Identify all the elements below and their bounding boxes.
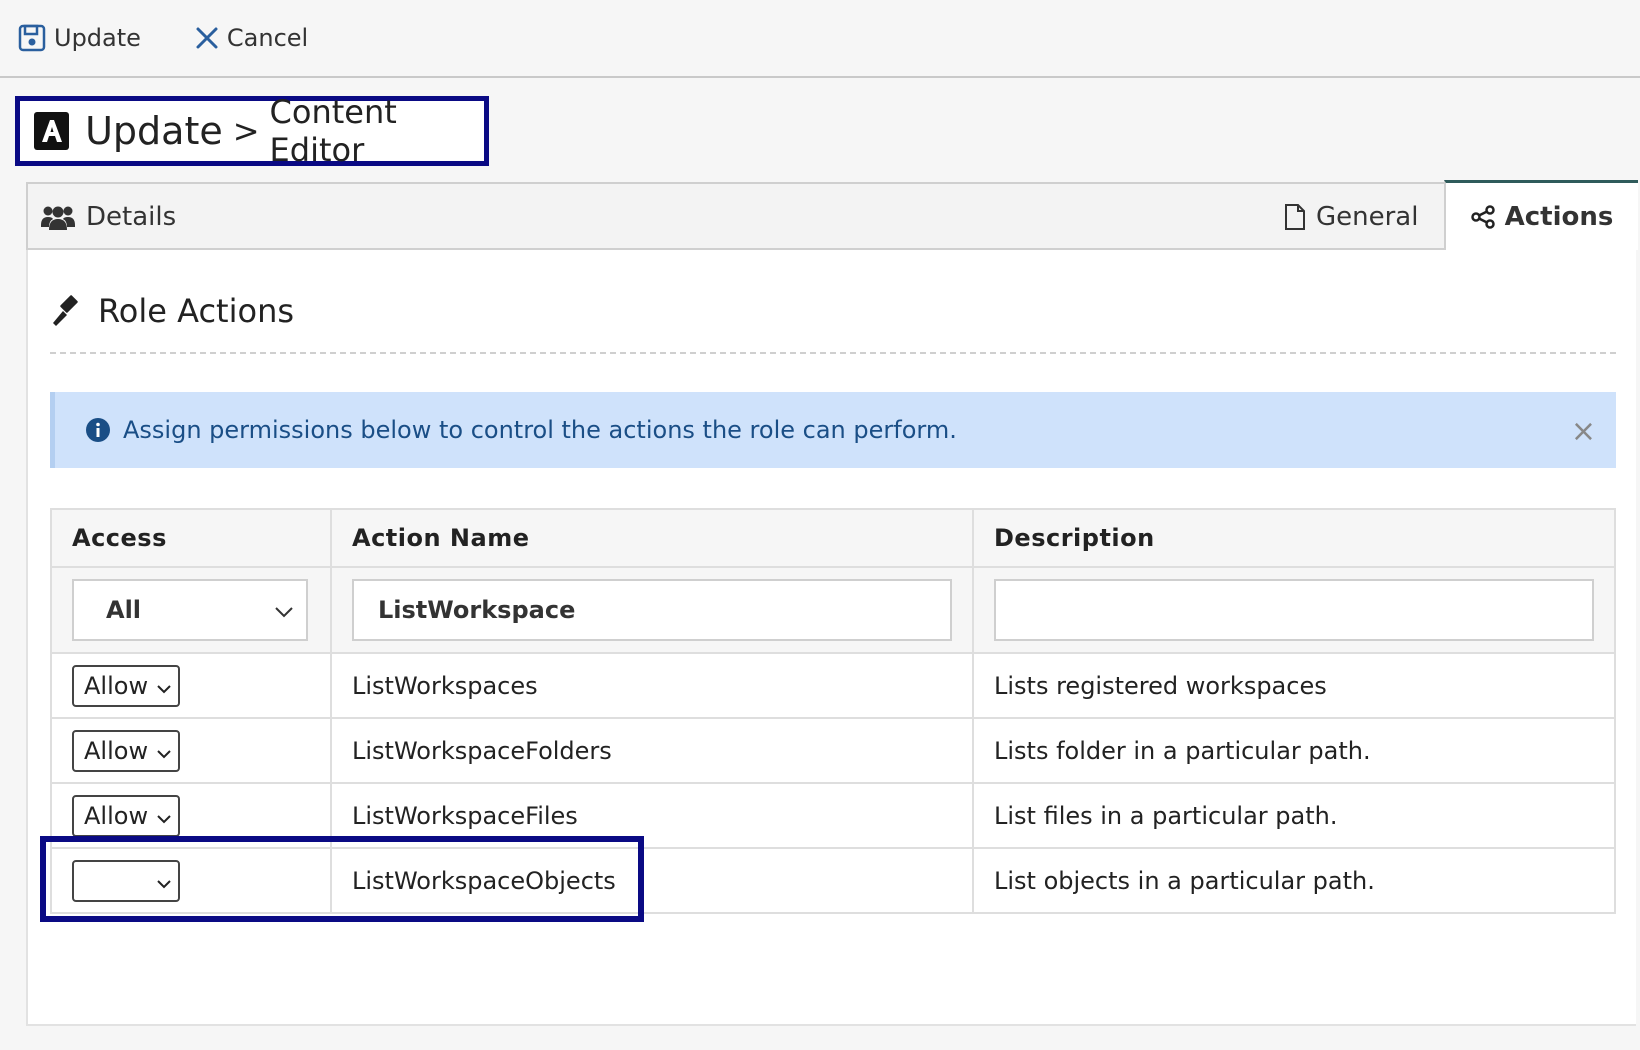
access-cell: [50, 847, 332, 914]
save-icon: [18, 24, 46, 52]
access-select[interactable]: Allow: [72, 794, 180, 837]
description-filter-input[interactable]: [994, 579, 1594, 641]
title-action: Update: [85, 109, 223, 153]
filter-row: All ListWorkspace: [50, 566, 1616, 654]
action-name-filter-value: ListWorkspace: [378, 596, 576, 624]
section-divider: [50, 352, 1616, 354]
header-action-name[interactable]: Action Name: [330, 508, 974, 568]
toolbar: Update Cancel: [0, 0, 1640, 78]
table-header-row: Access Action Name Description: [50, 508, 1616, 568]
access-cell: Allow: [50, 652, 332, 719]
page-title: Update > Content Editor: [15, 93, 489, 169]
filter-name-cell: ListWorkspace: [330, 566, 974, 654]
description-cell: List files in a particular path.: [972, 782, 1616, 849]
tab-details-label: Details: [86, 202, 177, 232]
actions-panel: Role Actions Assign permissions below to…: [26, 250, 1636, 1026]
access-filter-value: All: [106, 596, 142, 624]
action-name-cell: ListWorkspaceObjects: [330, 847, 974, 914]
update-button-label: Update: [54, 24, 141, 52]
cancel-button[interactable]: Cancel: [195, 24, 308, 52]
chevron-down-icon: [156, 802, 172, 830]
tab-actions-label: Actions: [1504, 201, 1614, 232]
section-title-text: Role Actions: [98, 292, 295, 330]
share-nodes-icon: [1470, 204, 1495, 229]
table-row: Allow ListWorkspaces Lists registered wo…: [50, 652, 1616, 719]
access-filter-select[interactable]: All: [72, 579, 308, 641]
access-value: Allow: [84, 671, 149, 700]
table-row: ListWorkspaceObjects List objects in a p…: [50, 847, 1616, 914]
chevron-down-icon: [156, 672, 172, 700]
access-value: Allow: [84, 736, 149, 765]
users-icon: [40, 203, 76, 231]
chevron-down-icon: [156, 737, 172, 765]
description-cell: Lists folder in a particular path.: [972, 717, 1616, 784]
table-row: Allow ListWorkspaceFiles List files in a…: [50, 782, 1616, 849]
title-separator: >: [232, 112, 260, 150]
app-logo-icon: [34, 112, 70, 150]
tab-bar: Details General Actions: [26, 180, 1638, 250]
access-value: Allow: [84, 801, 149, 830]
access-select[interactable]: [72, 859, 180, 902]
tab-general-label: General: [1316, 202, 1419, 232]
chevron-down-icon: [156, 867, 172, 895]
filter-access-cell: All: [50, 566, 332, 654]
info-icon: [85, 417, 111, 443]
alert-message: Assign permissions below to control the …: [123, 416, 957, 444]
filter-description-cell: [972, 566, 1616, 654]
tab-actions[interactable]: Actions: [1444, 180, 1638, 250]
cancel-button-label: Cancel: [226, 24, 309, 52]
info-alert: Assign permissions below to control the …: [50, 392, 1616, 468]
section-title: Role Actions: [50, 292, 294, 330]
access-select[interactable]: Allow: [72, 664, 180, 707]
gavel-icon: [50, 294, 84, 328]
description-cell: List objects in a particular path.: [972, 847, 1616, 914]
title-entity: Content Editor: [269, 93, 397, 169]
action-name-filter-input[interactable]: ListWorkspace: [352, 579, 952, 641]
access-cell: Allow: [50, 717, 332, 784]
update-button[interactable]: Update: [18, 24, 141, 52]
action-name-cell: ListWorkspaceFiles: [330, 782, 974, 849]
chevron-down-icon: [274, 596, 294, 624]
role-actions-table: Access Action Name Description All ListW…: [50, 508, 1616, 914]
close-icon: [195, 26, 219, 50]
table-row: Allow ListWorkspaceFolders Lists folder …: [50, 717, 1616, 784]
document-icon: [1284, 203, 1306, 231]
tab-details[interactable]: Details: [40, 202, 176, 232]
description-cell: Lists registered workspaces: [972, 652, 1616, 719]
access-cell: Allow: [50, 782, 332, 849]
tab-general[interactable]: General: [1284, 202, 1418, 232]
header-description[interactable]: Description: [972, 508, 1616, 568]
header-access[interactable]: Access: [50, 508, 332, 568]
action-name-cell: ListWorkspaces: [330, 652, 974, 719]
alert-close-icon[interactable]: ×: [1571, 414, 1596, 449]
action-name-cell: ListWorkspaceFolders: [330, 717, 974, 784]
access-select[interactable]: Allow: [72, 729, 180, 772]
